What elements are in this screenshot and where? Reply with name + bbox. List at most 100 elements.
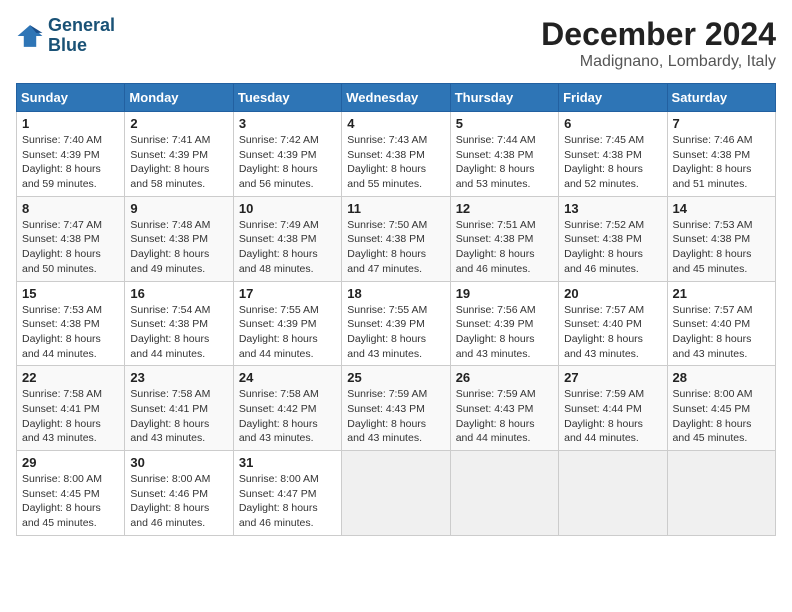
calendar-cell: 28Sunrise: 8:00 AMSunset: 4:45 PMDayligh… xyxy=(667,366,775,451)
header-monday: Monday xyxy=(125,84,233,112)
cell-info: Sunrise: 7:58 AMSunset: 4:42 PMDaylight:… xyxy=(239,387,336,446)
day-number: 2 xyxy=(130,116,227,131)
calendar-cell: 12 Sunrise: 7:51 AMSunset: 4:38 PMDayligh… xyxy=(450,196,558,281)
cell-info: Sunrise: 7:59 AMSunset: 4:44 PMDaylight:… xyxy=(564,387,661,446)
day-number: 25 xyxy=(347,370,444,385)
calendar-cell: 24 Sunrise: 7:58 AMSunset: 4:42 PMDayligh… xyxy=(233,366,341,451)
day-number: 23 xyxy=(130,370,227,385)
calendar-cell: 7 Sunrise: 7:46 AMSunset: 4:38 PMDaylight… xyxy=(667,112,775,197)
calendar-cell: 9 Sunrise: 7:48 AMSunset: 4:38 PMDaylight… xyxy=(125,196,233,281)
cell-info: Sunrise: 7:41 AMSunset: 4:39 PMDaylight:… xyxy=(130,133,227,192)
header-thursday: Thursday xyxy=(450,84,558,112)
calendar-cell xyxy=(559,451,667,536)
week-row-1: 8 Sunrise: 7:47 AMSunset: 4:38 PMDaylight… xyxy=(17,196,776,281)
cell-info: Sunrise: 7:58 AMSunset: 4:41 PMDaylight:… xyxy=(22,387,119,446)
week-row-2: 15 Sunrise: 7:53 AMSunset: 4:38 PMDayligh… xyxy=(17,281,776,366)
cell-info: Sunrise: 7:46 AMSunset: 4:38 PMDaylight:… xyxy=(673,133,770,192)
cell-info: Sunrise: 8:00 AMSunset: 4:45 PMDaylight:… xyxy=(22,472,119,531)
cell-info: Sunrise: 7:57 AMSunset: 4:40 PMDaylight:… xyxy=(673,303,770,362)
day-number: 22 xyxy=(22,370,119,385)
cell-info: Sunrise: 7:49 AMSunset: 4:38 PMDaylight:… xyxy=(239,218,336,277)
calendar-cell: 18Sunrise: 7:55 AMSunset: 4:39 PMDayligh… xyxy=(342,281,450,366)
day-number: 24 xyxy=(239,370,336,385)
cell-info: Sunrise: 7:55 AMSunset: 4:39 PMDaylight:… xyxy=(239,303,336,362)
header-friday: Friday xyxy=(559,84,667,112)
day-number: 8 xyxy=(22,201,119,216)
calendar-cell: 15 Sunrise: 7:53 AMSunset: 4:38 PMDayligh… xyxy=(17,281,125,366)
day-number: 27 xyxy=(564,370,661,385)
cell-info: Sunrise: 7:43 AMSunset: 4:38 PMDaylight:… xyxy=(347,133,444,192)
calendar-cell: 23 Sunrise: 7:58 AMSunset: 4:41 PMDayligh… xyxy=(125,366,233,451)
day-number: 28 xyxy=(673,370,770,385)
day-number: 11 xyxy=(347,201,444,216)
calendar-cell: 31 Sunrise: 8:00 AMSunset: 4:47 PMDayligh… xyxy=(233,451,341,536)
header-sunday: Sunday xyxy=(17,84,125,112)
cell-info: Sunrise: 7:59 AMSunset: 4:43 PMDaylight:… xyxy=(347,387,444,446)
cell-info: Sunrise: 7:42 AMSunset: 4:39 PMDaylight:… xyxy=(239,133,336,192)
day-number: 21 xyxy=(673,286,770,301)
calendar-cell: 3 Sunrise: 7:42 AMSunset: 4:39 PMDaylight… xyxy=(233,112,341,197)
day-number: 3 xyxy=(239,116,336,131)
day-number: 9 xyxy=(130,201,227,216)
calendar-cell: 27 Sunrise: 7:59 AMSunset: 4:44 PMDayligh… xyxy=(559,366,667,451)
day-number: 15 xyxy=(22,286,119,301)
cell-info: Sunrise: 7:58 AMSunset: 4:41 PMDaylight:… xyxy=(130,387,227,446)
cell-info: Sunrise: 7:40 AMSunset: 4:39 PMDaylight:… xyxy=(22,133,119,192)
calendar-cell: 21 Sunrise: 7:57 AMSunset: 4:40 PMDayligh… xyxy=(667,281,775,366)
calendar-cell: 2 Sunrise: 7:41 AMSunset: 4:39 PMDaylight… xyxy=(125,112,233,197)
day-number: 6 xyxy=(564,116,661,131)
calendar-cell: 1 Sunrise: 7:40 AMSunset: 4:39 PMDaylight… xyxy=(17,112,125,197)
cell-info: Sunrise: 7:56 AMSunset: 4:39 PMDaylight:… xyxy=(456,303,553,362)
day-number: 7 xyxy=(673,116,770,131)
calendar-cell: 10 Sunrise: 7:49 AMSunset: 4:38 PMDayligh… xyxy=(233,196,341,281)
header-row: SundayMondayTuesdayWednesdayThursdayFrid… xyxy=(17,84,776,112)
calendar-cell: 5 Sunrise: 7:44 AMSunset: 4:38 PMDaylight… xyxy=(450,112,558,197)
cell-info: Sunrise: 7:45 AMSunset: 4:38 PMDaylight:… xyxy=(564,133,661,192)
title-block: December 2024 Madignano, Lombardy, Italy xyxy=(541,16,776,71)
cell-info: Sunrise: 7:53 AMSunset: 4:38 PMDaylight:… xyxy=(673,218,770,277)
day-number: 1 xyxy=(22,116,119,131)
cell-info: Sunrise: 7:55 AMSunset: 4:39 PMDaylight:… xyxy=(347,303,444,362)
calendar-cell: 26 Sunrise: 7:59 AMSunset: 4:43 PMDayligh… xyxy=(450,366,558,451)
logo-text: General Blue xyxy=(48,16,115,56)
day-number: 19 xyxy=(456,286,553,301)
calendar-cell: 13Sunrise: 7:52 AMSunset: 4:38 PMDayligh… xyxy=(559,196,667,281)
day-number: 30 xyxy=(130,455,227,470)
calendar-cell: 11Sunrise: 7:50 AMSunset: 4:38 PMDayligh… xyxy=(342,196,450,281)
day-number: 31 xyxy=(239,455,336,470)
cell-info: Sunrise: 7:48 AMSunset: 4:38 PMDaylight:… xyxy=(130,218,227,277)
calendar-cell: 19 Sunrise: 7:56 AMSunset: 4:39 PMDayligh… xyxy=(450,281,558,366)
day-number: 16 xyxy=(130,286,227,301)
calendar-cell: 16Sunrise: 7:54 AMSunset: 4:38 PMDayligh… xyxy=(125,281,233,366)
cell-info: Sunrise: 7:53 AMSunset: 4:38 PMDaylight:… xyxy=(22,303,119,362)
day-number: 26 xyxy=(456,370,553,385)
cell-info: Sunrise: 7:47 AMSunset: 4:38 PMDaylight:… xyxy=(22,218,119,277)
calendar-header: SundayMondayTuesdayWednesdayThursdayFrid… xyxy=(17,84,776,112)
day-number: 20 xyxy=(564,286,661,301)
cell-info: Sunrise: 7:44 AMSunset: 4:38 PMDaylight:… xyxy=(456,133,553,192)
calendar-cell xyxy=(450,451,558,536)
day-number: 17 xyxy=(239,286,336,301)
calendar-table: SundayMondayTuesdayWednesdayThursdayFrid… xyxy=(16,83,776,536)
calendar-cell: 25 Sunrise: 7:59 AMSunset: 4:43 PMDayligh… xyxy=(342,366,450,451)
day-number: 4 xyxy=(347,116,444,131)
day-number: 10 xyxy=(239,201,336,216)
cell-info: Sunrise: 8:00 AMSunset: 4:47 PMDaylight:… xyxy=(239,472,336,531)
week-row-4: 29 Sunrise: 8:00 AMSunset: 4:45 PMDayligh… xyxy=(17,451,776,536)
day-number: 14 xyxy=(673,201,770,216)
header-saturday: Saturday xyxy=(667,84,775,112)
logo: General Blue xyxy=(16,16,115,56)
header-wednesday: Wednesday xyxy=(342,84,450,112)
calendar-cell: 29 Sunrise: 8:00 AMSunset: 4:45 PMDayligh… xyxy=(17,451,125,536)
day-number: 12 xyxy=(456,201,553,216)
cell-info: Sunrise: 7:51 AMSunset: 4:38 PMDaylight:… xyxy=(456,218,553,277)
day-number: 5 xyxy=(456,116,553,131)
cell-info: Sunrise: 7:59 AMSunset: 4:43 PMDaylight:… xyxy=(456,387,553,446)
calendar-cell: 14 Sunrise: 7:53 AMSunset: 4:38 PMDayligh… xyxy=(667,196,775,281)
cell-info: Sunrise: 8:00 AMSunset: 4:46 PMDaylight:… xyxy=(130,472,227,531)
day-number: 29 xyxy=(22,455,119,470)
calendar-cell xyxy=(342,451,450,536)
page-header: General Blue December 2024 Madignano, Lo… xyxy=(16,16,776,71)
calendar-cell: 8 Sunrise: 7:47 AMSunset: 4:38 PMDaylight… xyxy=(17,196,125,281)
logo-icon xyxy=(16,22,44,50)
